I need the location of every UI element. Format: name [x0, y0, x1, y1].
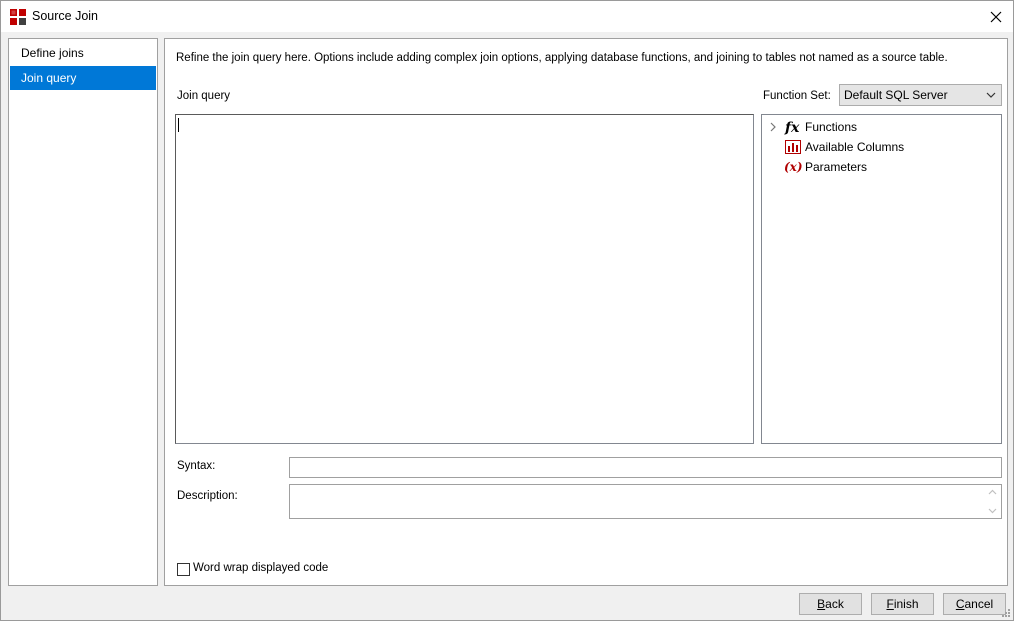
- finish-mnemonic: F: [886, 597, 894, 611]
- svg-text:fx: fx: [784, 120, 800, 135]
- cancel-label: ancel: [964, 597, 994, 611]
- svg-text:(x): (x): [784, 160, 802, 174]
- function-fx-icon: fx: [784, 119, 802, 135]
- chevron-right-icon[interactable]: [769, 122, 777, 132]
- resize-grip-icon[interactable]: [1001, 608, 1011, 618]
- sidebar-item-define-joins[interactable]: Define joins: [10, 41, 156, 65]
- description-field[interactable]: [289, 484, 1002, 519]
- tree-item-label: Functions: [805, 120, 858, 134]
- chevron-down-icon: [986, 92, 996, 98]
- function-tree: fx Functions Available Columns (x) Param…: [761, 114, 1002, 444]
- function-set-value: Default SQL Server: [844, 88, 948, 102]
- sidebar-item-join-query[interactable]: Join query: [10, 66, 156, 90]
- join-query-editor[interactable]: [175, 114, 754, 444]
- columns-chart-icon: [784, 139, 802, 155]
- syntax-label: Syntax:: [177, 460, 216, 472]
- back-label: ack: [825, 597, 844, 611]
- finish-label: inish: [893, 597, 919, 611]
- back-button[interactable]: Back: [799, 593, 862, 615]
- tree-item-parameters[interactable]: (x) Parameters: [762, 157, 1001, 177]
- sidebar-item-label: Join query: [21, 71, 77, 85]
- syntax-field[interactable]: [289, 457, 1002, 478]
- word-wrap-label[interactable]: Word wrap displayed code: [193, 562, 328, 574]
- sidebar-item-label: Define joins: [21, 46, 84, 60]
- text-caret: [178, 118, 179, 132]
- finish-button[interactable]: Finish: [871, 593, 934, 615]
- window-title: Source Join: [32, 9, 99, 23]
- description-label: Description:: [177, 490, 238, 502]
- close-button[interactable]: [979, 1, 1013, 32]
- tree-item-label: Available Columns: [805, 140, 905, 154]
- editor-label: Join query: [177, 90, 231, 102]
- word-wrap-checkbox[interactable]: [177, 563, 190, 576]
- page-description: Refine the join query here. Options incl…: [176, 52, 948, 64]
- tree-item-label: Parameters: [805, 160, 868, 174]
- close-icon: [990, 11, 1002, 22]
- dialog-window: Source Join Define joins Join query Refi…: [0, 0, 1014, 621]
- main-panel: Refine the join query here. Options incl…: [164, 38, 1008, 586]
- function-set-select[interactable]: Default SQL Server: [839, 84, 1002, 106]
- app-grid-icon: [10, 9, 26, 25]
- sidebar-nav: Define joins Join query: [8, 38, 158, 586]
- tree-item-available-columns[interactable]: Available Columns: [762, 137, 1001, 157]
- cancel-button[interactable]: Cancel: [943, 593, 1006, 615]
- function-set-label: Function Set:: [763, 90, 831, 102]
- title-bar: Source Join: [1, 1, 1013, 32]
- parameter-x-icon: (x): [784, 159, 802, 175]
- scrollbar[interactable]: [985, 486, 1000, 517]
- tree-item-functions[interactable]: fx Functions: [762, 117, 1001, 137]
- back-mnemonic: B: [817, 597, 826, 611]
